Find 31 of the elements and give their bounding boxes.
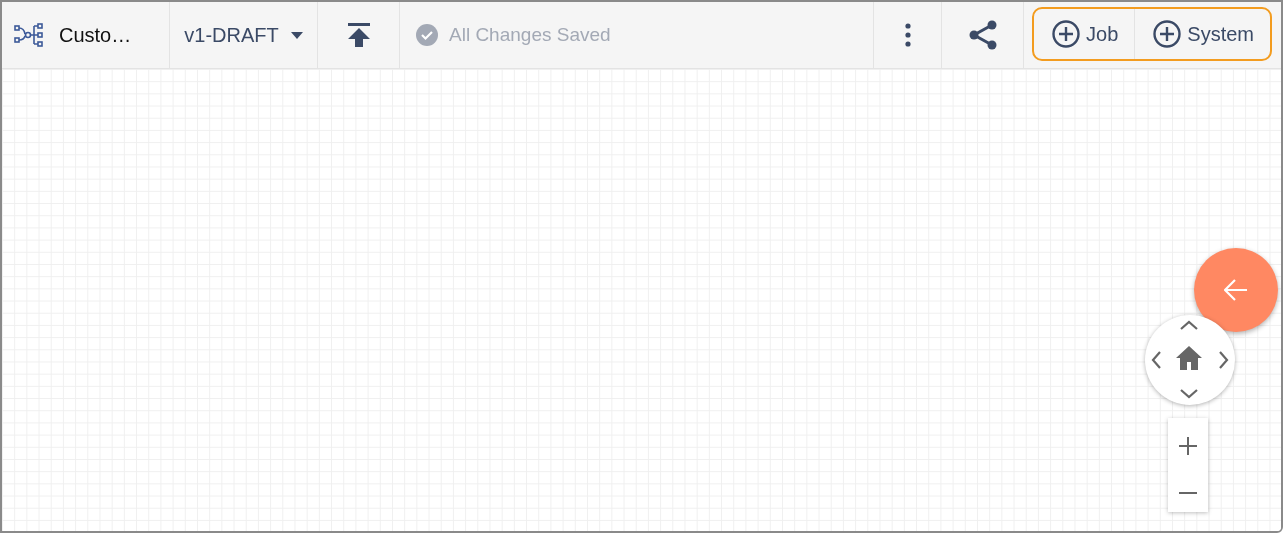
minus-icon xyxy=(1179,491,1197,494)
zoom-out-button[interactable] xyxy=(1179,491,1197,494)
plus-icon xyxy=(1179,436,1197,455)
back-arrow-icon xyxy=(1224,279,1248,301)
workflow-icon xyxy=(14,23,46,47)
home-button[interactable] xyxy=(1175,345,1203,371)
zoom-in-button[interactable] xyxy=(1179,436,1197,455)
diagram-title: Custo… xyxy=(59,23,132,47)
check-circle-icon xyxy=(416,24,438,46)
add-circle-icon xyxy=(1052,20,1081,48)
pan-down-button[interactable] xyxy=(1180,389,1198,399)
share-icon xyxy=(967,20,998,50)
chevron-right-icon xyxy=(1219,351,1229,369)
share-button[interactable] xyxy=(967,20,998,50)
version-dropdown[interactable]: v1-DRAFT xyxy=(184,23,303,47)
add-button[interactable]: Job xyxy=(1034,9,1136,59)
pan-right-button[interactable] xyxy=(1219,351,1229,369)
save-status: All Changes Saved xyxy=(449,24,611,46)
more-icon xyxy=(904,23,911,47)
pan-left-button[interactable] xyxy=(1151,351,1161,369)
chevron-down-icon xyxy=(1180,389,1198,399)
chevron-left-icon xyxy=(1151,351,1161,369)
more-button[interactable] xyxy=(904,23,911,47)
home-icon xyxy=(1175,345,1203,371)
chevron-up-icon xyxy=(1180,320,1198,330)
caret-icon xyxy=(290,31,303,39)
add-circle-icon xyxy=(1153,20,1182,48)
pan-up-button[interactable] xyxy=(1180,320,1198,330)
add-button[interactable]: System xyxy=(1135,9,1270,59)
upload-icon xyxy=(347,23,370,47)
publish-button[interactable] xyxy=(347,23,370,47)
